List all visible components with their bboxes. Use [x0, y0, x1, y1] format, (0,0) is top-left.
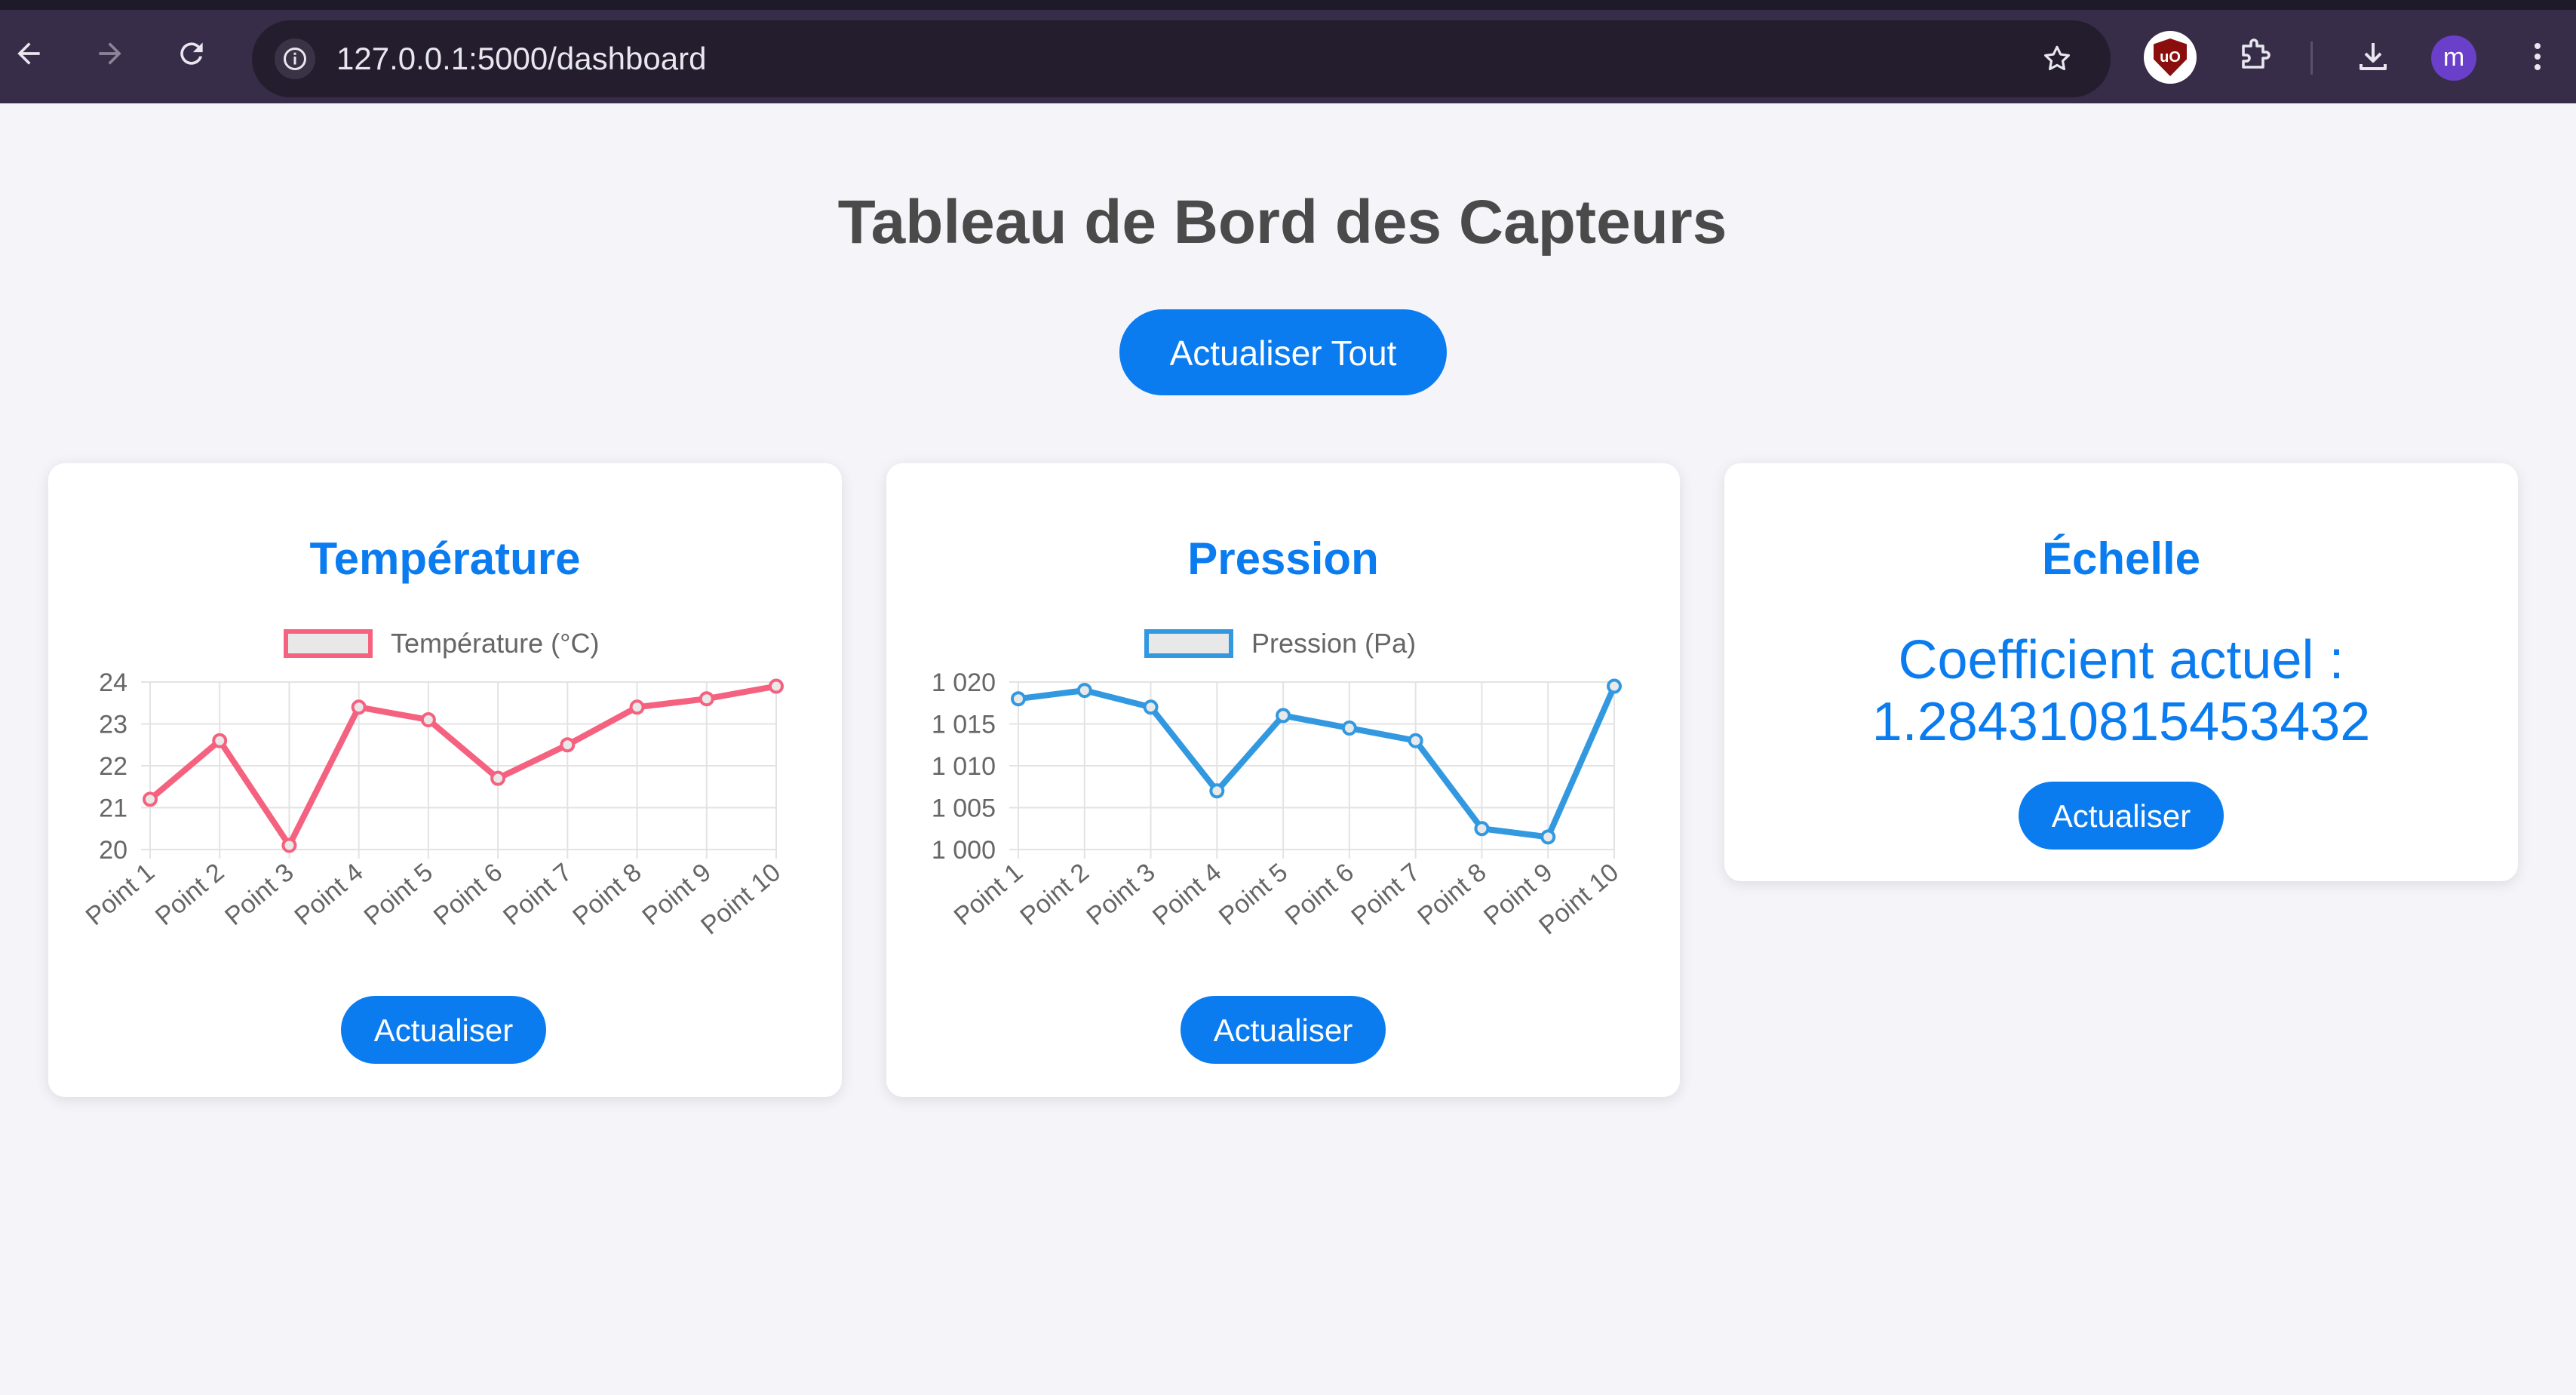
coefficient-display: Coefficient actuel : 1.284310815453432 — [1724, 629, 2518, 753]
ublock-label: uO — [2160, 48, 2181, 66]
x-tick-label: Point 2 — [150, 858, 230, 931]
y-tick-label: 1 000 — [932, 836, 996, 865]
series-line — [1018, 684, 1617, 840]
data-point — [420, 711, 436, 727]
y-tick-label: 1 015 — [932, 711, 996, 739]
y-tick-label: 1 020 — [932, 668, 996, 697]
y-tick-label: 23 — [99, 711, 127, 739]
data-point — [1408, 733, 1423, 748]
data-point — [1276, 708, 1291, 724]
coefficient-value: 1.284310815453432 — [1871, 692, 2371, 752]
url-text[interactable]: 127.0.0.1:5000/dashboard — [336, 37, 706, 81]
y-tick-label: 22 — [99, 752, 127, 781]
x-tick-label: Point 5 — [359, 858, 439, 931]
pressure-chart: 1 0001 0051 0101 0151 020Point 1Point 2P… — [932, 668, 1624, 940]
y-tick-label: 1 010 — [932, 752, 996, 781]
bookmark-star-icon[interactable] — [2037, 38, 2077, 79]
refresh-temperature-button[interactable]: Actualiser — [341, 996, 546, 1064]
data-point — [143, 791, 158, 807]
x-tick-label: Point 10 — [695, 858, 786, 940]
data-point — [1474, 821, 1490, 837]
reload-icon[interactable] — [167, 29, 216, 78]
x-tick-label: Point 3 — [1081, 858, 1161, 931]
temperature-card: Température Température (°C) 20 21 22 23 24 P… — [48, 463, 842, 1097]
x-tick-label: Point 8 — [1412, 858, 1492, 931]
forward-arrow-icon[interactable] — [86, 29, 134, 78]
x-tick-label: Point 1 — [81, 858, 161, 931]
address-bar[interactable]: 127.0.0.1:5000/dashboard — [252, 20, 2111, 97]
extensions-puzzle-icon[interactable] — [2231, 34, 2277, 79]
x-tick-label: Point 4 — [289, 858, 369, 931]
x-tick-label: Point 3 — [220, 858, 299, 931]
data-point — [1540, 829, 1556, 845]
x-tick-label: Point 4 — [1147, 858, 1227, 931]
y-tick-label: 1 005 — [932, 794, 996, 823]
coefficient-label: Coefficient actuel : — [1898, 630, 2344, 690]
data-point — [1209, 783, 1225, 799]
y-tick-label: 24 — [99, 668, 127, 697]
back-arrow-icon[interactable] — [5, 29, 53, 78]
card-title-scale: Échelle — [2041, 533, 2201, 584]
data-point — [698, 691, 714, 707]
data-point — [1341, 721, 1357, 736]
site-info-icon[interactable] — [275, 38, 315, 79]
data-point — [351, 699, 367, 715]
profile-avatar[interactable]: m — [2431, 35, 2476, 81]
x-tick-label: Point 2 — [1015, 858, 1095, 931]
y-tick-label: 20 — [99, 836, 127, 865]
data-point — [769, 678, 784, 694]
data-point — [1607, 678, 1622, 694]
scale-card: Échelle Coefficient actuel : 1.284310815… — [1724, 463, 2518, 881]
ublock-extension-icon[interactable]: uO — [2144, 31, 2197, 84]
data-point — [560, 737, 576, 753]
browser-toolbar: 127.0.0.1:5000/dashboard uO m — [0, 0, 2576, 103]
refresh-all-button[interactable]: Actualiser Tout — [1119, 309, 1447, 395]
data-point — [212, 733, 228, 748]
page-title: Tableau de Bord des Capteurs — [837, 188, 1727, 257]
data-point — [1143, 699, 1159, 715]
y-tick-label: 21 — [99, 794, 127, 823]
data-point — [629, 699, 645, 715]
temperature-chart: 2021222324Point 1Point 2Point 3Point 4Po… — [81, 668, 787, 940]
pressure-card: Pression Pression (Pa) 1 000 1 005 1 010 1 … — [886, 463, 1680, 1097]
data-point — [1076, 683, 1092, 699]
x-tick-label: Point 7 — [1346, 858, 1426, 931]
x-tick-label: Point 5 — [1214, 858, 1294, 931]
refresh-pressure-button[interactable]: Actualiser — [1181, 996, 1386, 1064]
data-point — [281, 837, 297, 853]
x-tick-label: Point 7 — [498, 858, 578, 931]
x-tick-label: Point 8 — [567, 858, 647, 931]
x-tick-label: Point 1 — [949, 858, 1029, 931]
x-tick-label: Point 6 — [1280, 858, 1360, 931]
data-point — [1011, 691, 1026, 707]
download-icon[interactable] — [2350, 34, 2396, 79]
menu-kebab-icon[interactable] — [2515, 34, 2560, 79]
data-point — [490, 770, 506, 786]
x-tick-label: Point 6 — [428, 858, 508, 931]
refresh-scale-button[interactable]: Actualiser — [2019, 782, 2224, 850]
toolbar-divider — [2310, 41, 2313, 75]
